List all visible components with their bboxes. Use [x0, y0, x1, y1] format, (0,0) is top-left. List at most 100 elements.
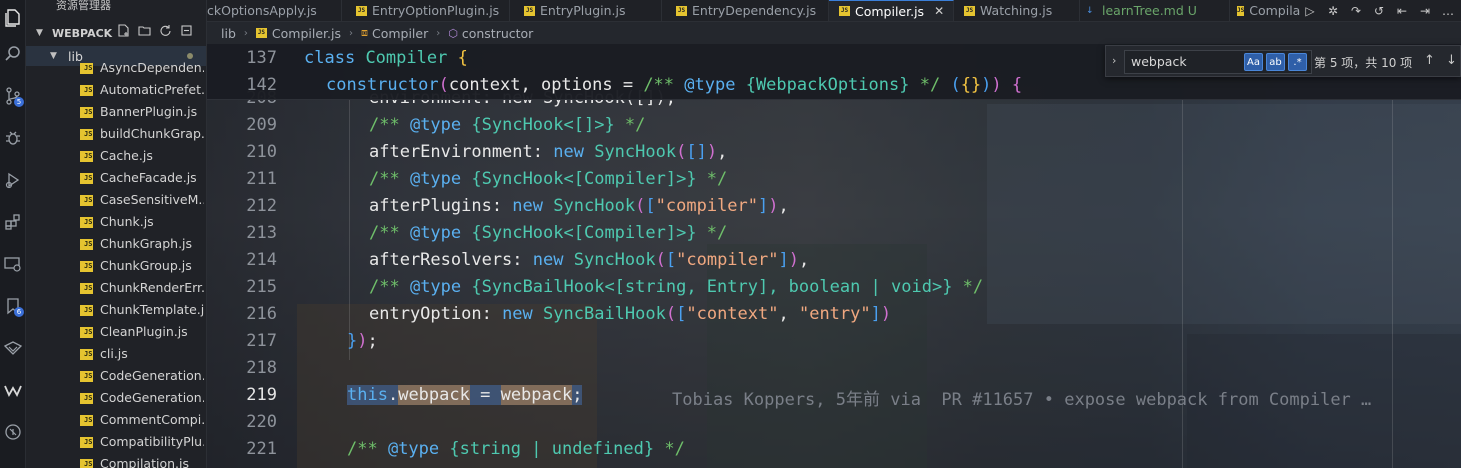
- js-file-icon: JS: [80, 459, 93, 468]
- list-item[interactable]: JS ChunkRenderErr...: [26, 277, 206, 299]
- js-file-icon: JS: [356, 5, 367, 16]
- line-number: 221: [246, 439, 277, 459]
- previous-match-icon[interactable]: ↑: [1424, 53, 1435, 68]
- list-item[interactable]: JS CodeGeneration...: [26, 365, 206, 387]
- step-over-icon[interactable]: ↷: [1349, 4, 1363, 18]
- go-forward-icon[interactable]: ⇥: [1418, 4, 1432, 18]
- extensions-icon[interactable]: [1, 210, 25, 234]
- activity-bar: 5 6: [0, 0, 26, 468]
- list-item[interactable]: JS CacheFacade.js: [26, 167, 206, 189]
- file-name: CodeGeneration...: [100, 390, 204, 405]
- git-blame-annotation[interactable]: Tobias Koppers, 5年前 via PR #11657 • expo…: [672, 385, 1371, 410]
- list-item[interactable]: JS AutomaticPrefet...: [26, 79, 206, 101]
- tab-entryoptionplugin[interactable]: JS EntryOptionPlugin.js: [342, 0, 510, 21]
- list-item[interactable]: JS CleanPlugin.js: [26, 321, 206, 343]
- breadcrumb-file[interactable]: Compiler.js: [272, 26, 341, 41]
- regex-toggle[interactable]: .*: [1288, 53, 1307, 71]
- code-line: afterEnvironment: new SyncHook([]),: [369, 142, 728, 162]
- tab-compilation[interactable]: JS Compila: [1230, 0, 1300, 21]
- line-number-current: 219: [246, 385, 277, 405]
- tab-label: Compiler.js: [855, 3, 925, 19]
- code-editor[interactable]: 208 environment: new SyncHook([]), 209 /…: [207, 44, 1461, 468]
- list-item[interactable]: JS buildChunkGrap...: [26, 123, 206, 145]
- tab-learntree[interactable]: ↓ learnTree.md U: [1080, 0, 1230, 21]
- more-actions-icon[interactable]: …: [1441, 4, 1455, 18]
- line-number: 210: [246, 142, 277, 162]
- list-item[interactable]: JS cli.js: [26, 343, 206, 365]
- next-match-icon[interactable]: ↓: [1446, 53, 1457, 68]
- class-icon: ⧈: [360, 26, 368, 39]
- tab-entrydependency[interactable]: JS EntryDependency.js: [662, 0, 829, 21]
- tab-label: EntryPlugin.js: [540, 3, 626, 18]
- list-item[interactable]: JS Chunk.js: [26, 211, 206, 233]
- tab-compiler[interactable]: JS Compiler.js ✕: [829, 0, 954, 21]
- ruler: [1392, 100, 1393, 468]
- toggle-replace-icon[interactable]: ›: [1112, 54, 1116, 67]
- js-file-icon: JS: [80, 85, 93, 96]
- file-name: cli.js: [100, 346, 128, 361]
- line-number: 218: [246, 358, 277, 378]
- tab-label: EntryOptionPlugin.js: [372, 3, 500, 18]
- file-name: CompatibilityPlu...: [100, 434, 204, 449]
- js-file-icon: JS: [80, 63, 93, 74]
- run-icon[interactable]: [1, 168, 25, 192]
- line-number: 142: [246, 75, 277, 95]
- search-icon[interactable]: [1, 42, 25, 66]
- remote-explorer-icon[interactable]: [1, 252, 25, 276]
- bookmarks-icon[interactable]: 6: [1, 294, 25, 318]
- testing-icon[interactable]: [1, 336, 25, 360]
- new-folder-icon[interactable]: [138, 24, 151, 36]
- source-control-icon[interactable]: 5: [1, 84, 25, 108]
- js-file-icon: JS: [80, 349, 93, 360]
- list-item[interactable]: JS ChunkGraph.js: [26, 233, 206, 255]
- list-item[interactable]: JS Cache.js: [26, 145, 206, 167]
- code-line: afterPlugins: new SyncHook(["compiler"])…: [369, 196, 789, 216]
- explorer-icon[interactable]: [1, 6, 25, 30]
- github-icon[interactable]: [1, 420, 25, 444]
- file-name: AsyncDependen...: [100, 60, 204, 75]
- list-item[interactable]: JS CaseSensitiveM...: [26, 189, 206, 211]
- editor-actions: ▷ ✲ ↷ ↺ ⇤ ⇥ …: [1303, 0, 1461, 21]
- code-line: /** @type {string | undefined} */: [347, 439, 685, 459]
- file-list: JS AsyncDependen... JS AutomaticPrefet... JS…: [26, 57, 206, 468]
- go-back-icon[interactable]: ⇤: [1395, 4, 1409, 18]
- new-file-icon[interactable]: [117, 24, 130, 37]
- list-item[interactable]: JS CompatibilityPlu...: [26, 431, 206, 453]
- list-item[interactable]: JS BannerPlugin.js: [26, 101, 206, 123]
- debug-icon[interactable]: ✲: [1326, 4, 1340, 18]
- list-item[interactable]: JS ChunkTemplate.js: [26, 299, 206, 321]
- tab-entryplugin[interactable]: JS EntryPlugin.js: [510, 0, 662, 21]
- code-line-current: this.webpack = webpack;: [347, 385, 583, 405]
- close-icon[interactable]: ✕: [934, 4, 944, 18]
- breadcrumb-folder[interactable]: lib: [221, 26, 236, 41]
- list-item[interactable]: JS CommentCompi...: [26, 409, 206, 431]
- list-item[interactable]: JS Compilation.js: [26, 453, 206, 468]
- line-number: 215: [246, 277, 277, 297]
- whole-word-toggle[interactable]: ab: [1266, 53, 1285, 71]
- file-name: CodeGeneration...: [100, 368, 204, 383]
- line-number: 209: [246, 115, 277, 135]
- list-item[interactable]: JS ChunkGroup.js: [26, 255, 206, 277]
- vscode-window: 5 6 资源管理器 ▼ WEBPACK ▼ lib JS AsyncDepend…: [0, 0, 1461, 468]
- list-item[interactable]: JS AsyncDependen...: [26, 57, 206, 79]
- history-icon[interactable]: ↺: [1372, 4, 1386, 18]
- match-case-toggle[interactable]: Aa: [1244, 53, 1263, 71]
- tab-ckoptionsapply[interactable]: ckOptionsApply.js: [185, 0, 342, 21]
- file-name: BannerPlugin.js: [100, 104, 198, 119]
- breadcrumb: lib › JS Compiler.js › ⧈ Compiler › ⬡ co…: [207, 22, 1461, 44]
- debug-icon[interactable]: [1, 126, 25, 150]
- breadcrumb-method[interactable]: constructor: [462, 26, 533, 41]
- file-name: CommentCompi...: [100, 412, 204, 427]
- collapse-all-icon[interactable]: [180, 24, 193, 36]
- tab-watching[interactable]: JS Watching.js: [954, 0, 1080, 21]
- explorer-actions: [117, 24, 193, 37]
- js-file-icon: JS: [524, 5, 535, 16]
- refresh-icon[interactable]: [159, 24, 172, 36]
- list-item[interactable]: JS CodeGeneration...: [26, 387, 206, 409]
- breadcrumb-class[interactable]: Compiler: [372, 26, 428, 41]
- run-icon[interactable]: ▷: [1303, 4, 1317, 18]
- wakatime-icon[interactable]: [1, 378, 25, 402]
- workspace-section-header[interactable]: ▼ WEBPACK: [26, 24, 206, 42]
- chevron-down-icon: ▼: [36, 28, 43, 38]
- file-name: AutomaticPrefet...: [100, 82, 204, 97]
